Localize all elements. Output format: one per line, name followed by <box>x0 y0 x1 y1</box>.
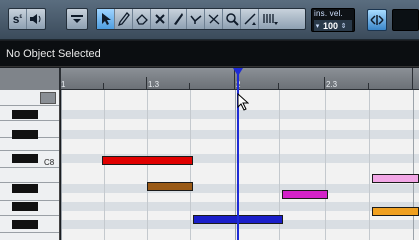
black-key[interactable] <box>12 184 38 193</box>
status-text: No Object Selected <box>6 48 101 60</box>
toolbar-tools <box>96 8 306 30</box>
ruler-tick <box>412 68 413 89</box>
comb-tool[interactable] <box>259 9 281 29</box>
ruler-tick <box>146 77 147 89</box>
keyboard-scroll-button[interactable] <box>40 92 56 104</box>
show-info-button[interactable] <box>67 9 87 29</box>
toolbar: sε ins. vel. ▾ 100 ⇕ <box>0 0 419 40</box>
midi-note[interactable] <box>147 182 193 191</box>
midi-note[interactable] <box>372 174 419 183</box>
piano-keyboard[interactable]: C8 <box>0 90 60 240</box>
solo-editor-button[interactable]: sε <box>9 9 27 29</box>
erase-tool[interactable] <box>133 9 151 29</box>
black-key-lane <box>61 130 419 139</box>
status-bar: No Object Selected <box>0 41 419 67</box>
ruler-tick <box>60 68 61 89</box>
ruler-label: 2.3 <box>326 80 338 89</box>
ruler-tick <box>368 83 369 89</box>
trim-tool[interactable] <box>151 9 169 29</box>
insert-velocity-label: ins. vel. <box>314 9 343 18</box>
black-key[interactable] <box>12 130 38 139</box>
stepper-icon[interactable]: ⇕ <box>340 22 347 30</box>
knife-icon <box>173 13 183 25</box>
white-key-divider <box>0 150 59 151</box>
white-key-divider <box>0 232 59 233</box>
bar-line <box>61 90 62 240</box>
white-key-divider <box>0 105 59 106</box>
speaker-icon <box>30 14 41 24</box>
beat-line <box>147 90 148 240</box>
beat-line <box>190 90 191 240</box>
toolbar-group-left: sε <box>8 8 46 30</box>
white-key-divider <box>0 182 59 183</box>
insert-velocity-value[interactable]: 100 <box>323 21 338 31</box>
snap-icon <box>370 15 384 25</box>
beat-line <box>104 90 105 240</box>
cross-icon <box>154 14 165 24</box>
midi-note[interactable] <box>372 207 419 216</box>
ruler-tick <box>103 83 104 89</box>
insert-velocity-box[interactable]: ▾ 100 ⇕ <box>314 20 352 31</box>
snap-button[interactable] <box>367 9 387 31</box>
ruler-tick <box>278 83 279 89</box>
eraser-icon <box>135 14 148 25</box>
pencil-icon <box>117 12 130 26</box>
bar-line <box>413 90 414 240</box>
white-key-divider <box>0 167 59 168</box>
glue-tube-icon <box>189 15 201 24</box>
toolbar-group-info <box>66 8 88 30</box>
ruler-tick <box>234 68 235 89</box>
magnifier-icon <box>225 13 239 26</box>
note-grid[interactable] <box>61 90 419 240</box>
beat-line <box>369 90 370 240</box>
black-key[interactable] <box>12 154 38 163</box>
comb-icon <box>263 14 278 25</box>
black-key[interactable] <box>12 110 38 119</box>
white-key-divider <box>0 200 59 201</box>
ruler-tick <box>324 77 325 89</box>
black-key-lane <box>61 110 419 119</box>
draw-tool[interactable] <box>115 9 133 29</box>
info-line-icon <box>71 15 83 23</box>
white-key-divider <box>0 215 59 216</box>
mouse-pointer-icon <box>237 93 249 111</box>
split-tool[interactable] <box>169 9 187 29</box>
ruler-label: 1.3 <box>148 80 160 89</box>
black-key[interactable] <box>12 220 38 229</box>
ruler-tick <box>189 83 190 89</box>
acoustic-feedback-button[interactable] <box>27 9 45 29</box>
insert-velocity-field[interactable]: ins. vel. ▾ 100 ⇕ <box>311 8 355 32</box>
ruler-corner <box>0 68 60 90</box>
glue-tool[interactable] <box>187 9 205 29</box>
ruler-label: 1 <box>61 80 66 89</box>
arrow-pointer-icon <box>101 13 111 25</box>
line-icon <box>243 13 256 25</box>
white-key-divider <box>0 120 59 121</box>
midi-note[interactable] <box>282 190 328 199</box>
zoom-tool[interactable] <box>223 9 241 29</box>
black-key-lane <box>61 202 419 211</box>
octave-label: C8 <box>44 158 55 167</box>
beat-line <box>325 90 326 240</box>
line-tool[interactable] <box>241 9 259 29</box>
mute-x-icon <box>208 14 219 25</box>
object-selection-tool[interactable] <box>97 9 115 29</box>
black-key-lane <box>61 184 419 193</box>
solo-s-icon: sε <box>12 12 23 26</box>
black-key[interactable] <box>12 202 38 211</box>
midi-note[interactable] <box>102 156 193 165</box>
snap-type-field[interactable] <box>392 9 419 31</box>
chevron-down-icon[interactable]: ▾ <box>314 22 321 30</box>
mute-tool[interactable] <box>205 9 223 29</box>
